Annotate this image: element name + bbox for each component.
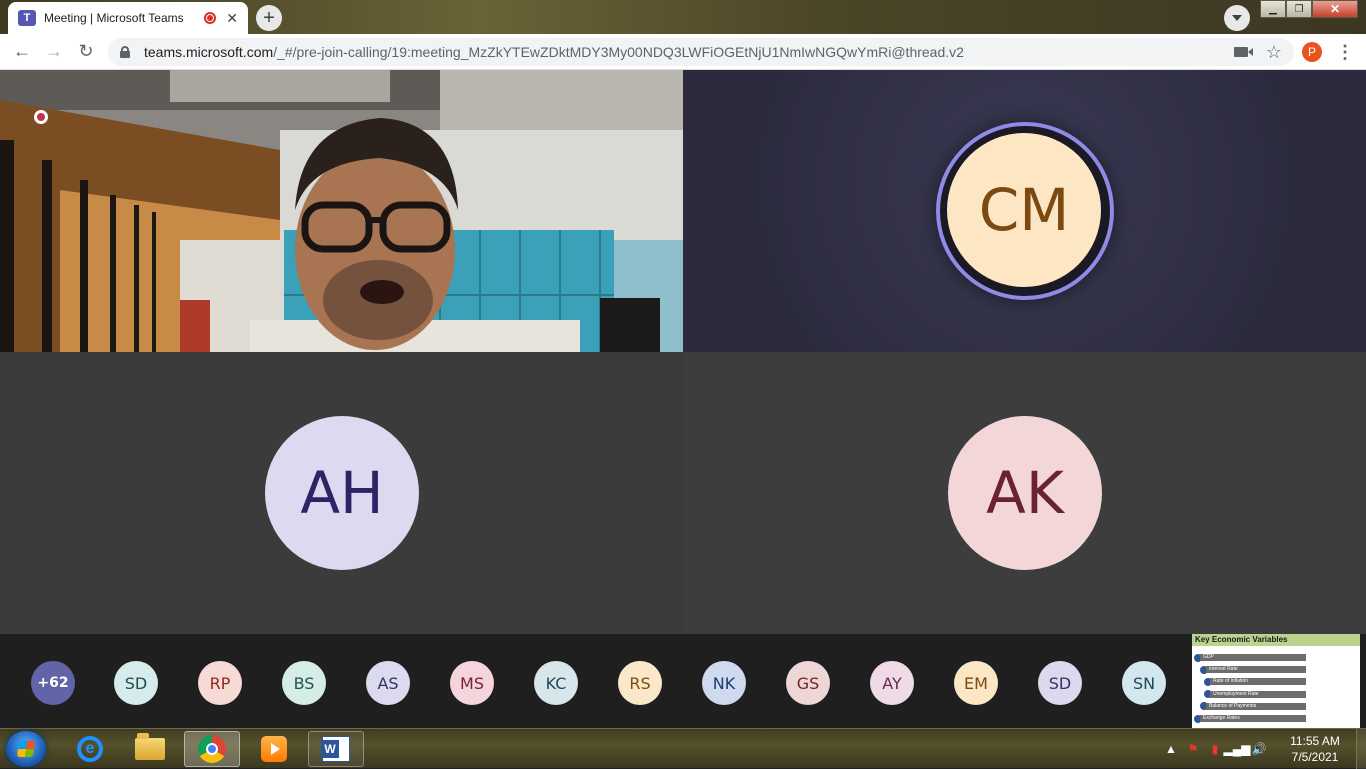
participant-tile-cm[interactable]: CM: [683, 70, 1366, 352]
roster-participant-avatar[interactable]: SD: [1038, 661, 1082, 705]
roster-participant-avatar[interactable]: SN: [1122, 661, 1166, 705]
tab-title: Meeting | Microsoft Teams: [44, 11, 184, 25]
url-path: /_#/pre-join-calling/19:meeting_MzZkYTEw…: [273, 44, 964, 60]
browser-toolbar: ← → ↻ teams.microsoft.com/_#/pre-join-ca…: [0, 34, 1366, 70]
taskbar-file-explorer[interactable]: [122, 731, 178, 767]
roster-participant-avatar[interactable]: BS: [282, 661, 326, 705]
chrome-icon: [198, 735, 226, 763]
tab-search-button[interactable]: [1224, 5, 1250, 31]
roster-participant-avatar[interactable]: KC: [534, 661, 578, 705]
roster-participant-avatar[interactable]: SD: [114, 661, 158, 705]
recording-indicator-icon: [204, 12, 217, 24]
lock-icon[interactable]: [120, 46, 130, 58]
show-desktop-button[interactable]: [1356, 729, 1366, 769]
media-player-icon: [261, 736, 287, 762]
file-explorer-icon: [135, 733, 165, 760]
taskbar-internet-explorer[interactable]: e: [62, 731, 118, 767]
shared-slide-row: GDP: [1200, 654, 1306, 661]
clock-date: 7/5/2021: [1291, 750, 1339, 764]
arrow-left-icon: ←: [13, 41, 31, 61]
clock-time: 11:55 AM: [1290, 734, 1340, 748]
browser-tab-strip: T Meeting | Microsoft Teams ✕ + ▁ ❐ ✕: [0, 0, 1366, 34]
system-tray: ▲ ⚑ ▮ ▂▄▆ 🔊: [1160, 729, 1270, 769]
address-bar[interactable]: teams.microsoft.com/_#/pre-join-calling/…: [108, 38, 1294, 66]
network-signal-icon[interactable]: ▂▄▆: [1224, 739, 1251, 759]
shared-slide-row: Balance of Payments: [1206, 702, 1306, 710]
window-controls: ▁ ❐ ✕: [1260, 0, 1358, 20]
url-text[interactable]: teams.microsoft.com/_#/pre-join-calling/…: [144, 44, 1234, 60]
shared-slide-title: Key Economic Variables: [1192, 634, 1360, 646]
shared-slide-row: Unemployment Rate: [1210, 690, 1306, 698]
taskbar-media-player[interactable]: [246, 731, 302, 767]
taskbar-chrome[interactable]: [184, 731, 240, 767]
action-center-flag-icon[interactable]: ⚑: [1182, 739, 1204, 759]
roster-participant-avatar[interactable]: RP: [198, 661, 242, 705]
roster-participant-avatar[interactable]: AY: [870, 661, 914, 705]
shared-slide-row: Rate of Inflation: [1210, 678, 1306, 686]
shared-content-thumbnail[interactable]: Key Economic Variables GDP Interest Rate R…: [1192, 634, 1360, 728]
participant-avatar-cm: CM: [947, 133, 1101, 287]
taskbar-word[interactable]: [308, 731, 364, 767]
roster-participant-avatar[interactable]: NK: [702, 661, 746, 705]
start-button[interactable]: [6, 731, 46, 767]
roster-participant-avatar[interactable]: AS: [366, 661, 410, 705]
participant-tile-ak[interactable]: AK: [683, 352, 1366, 634]
roster-participant-avatar[interactable]: RS: [618, 661, 662, 705]
more-participants-button[interactable]: +62: [31, 661, 75, 705]
forward-button[interactable]: →: [38, 36, 70, 68]
reload-button[interactable]: ↻: [70, 36, 102, 68]
arrow-right-icon: →: [45, 41, 63, 61]
new-tab-button[interactable]: +: [256, 5, 282, 31]
participant-avatar-ak: AK: [948, 416, 1102, 570]
camera-icon[interactable]: [1233, 47, 1253, 57]
close-window-button[interactable]: ✕: [1312, 0, 1358, 18]
shared-slide-row: Exchange Rates: [1200, 715, 1306, 722]
roster-participant-avatar[interactable]: MS: [450, 661, 494, 705]
camera-feed: [0, 70, 683, 352]
reload-icon: ↻: [78, 41, 94, 61]
url-host: teams.microsoft.com: [144, 44, 274, 60]
system-clock[interactable]: 11:55 AM 7/5/2021: [1282, 733, 1348, 765]
participant-roster: +62 SD RP BS AS MS KC RS NK GS AY EM SD SN Key Econo…: [0, 634, 1366, 728]
kebab-menu-icon[interactable]: ⋮: [1336, 42, 1354, 62]
close-tab-icon[interactable]: ✕: [226, 10, 238, 27]
star-icon[interactable]: ☆: [1266, 42, 1282, 63]
participant-avatar-ah: AH: [265, 416, 419, 570]
teams-icon: T: [18, 10, 36, 26]
participant-tile-ah[interactable]: AH: [0, 352, 683, 634]
video-participant-tile[interactable]: [0, 70, 683, 352]
minimize-button[interactable]: ▁: [1260, 0, 1286, 18]
back-button[interactable]: ←: [6, 36, 38, 68]
recording-dot-icon: [34, 110, 48, 124]
restore-button[interactable]: ❐: [1286, 0, 1312, 18]
windows-taskbar: e ▲ ⚑ ▮ ▂▄▆ 🔊 11:55 AM 7/5/2021: [0, 728, 1366, 769]
show-hidden-icons-button[interactable]: ▲: [1160, 739, 1182, 759]
roster-participant-avatar[interactable]: GS: [786, 661, 830, 705]
word-icon: [321, 736, 350, 762]
meeting-stage: CM AH AK: [0, 70, 1366, 634]
shared-slide-row: Interest Rate: [1206, 666, 1306, 674]
browser-tab-active[interactable]: T Meeting | Microsoft Teams ✕: [8, 2, 248, 34]
profile-avatar[interactable]: P: [1302, 42, 1322, 62]
internet-explorer-icon: e: [77, 736, 103, 762]
roster-participant-avatar[interactable]: EM: [954, 661, 998, 705]
volume-icon[interactable]: 🔊: [1248, 739, 1270, 759]
